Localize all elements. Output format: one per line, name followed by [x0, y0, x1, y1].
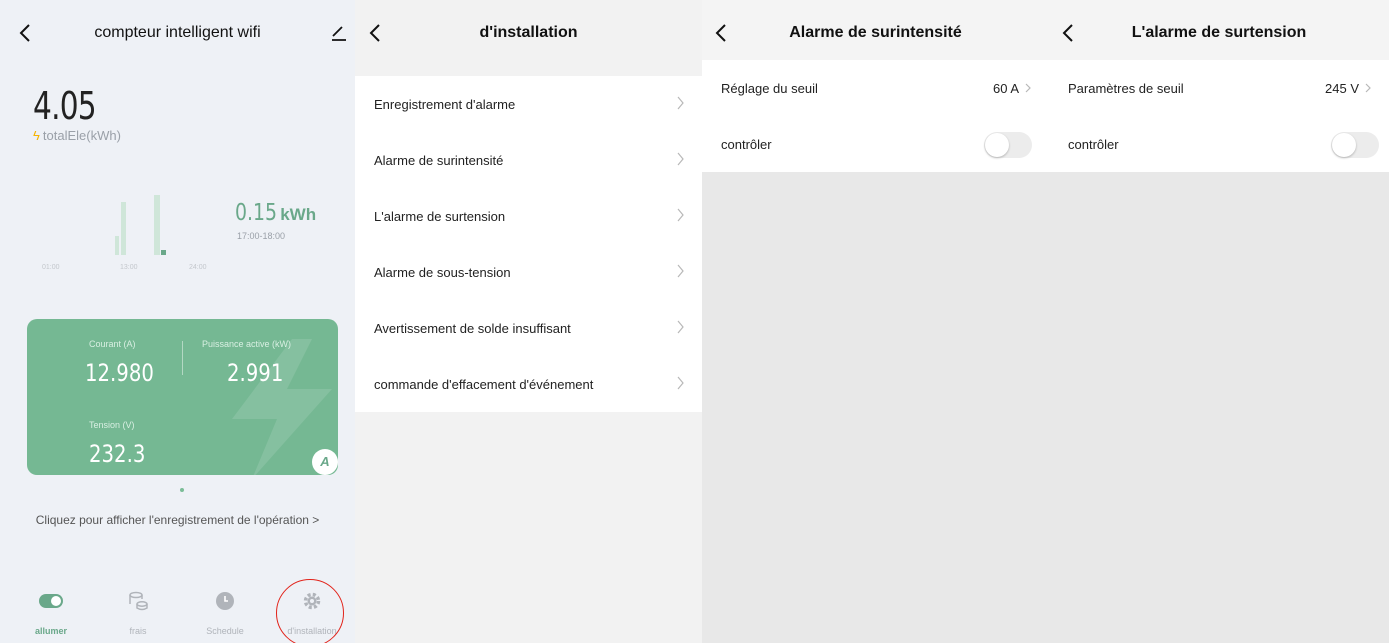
header: compteur intelligent wifi: [0, 0, 355, 66]
list-item-alarm-record[interactable]: Enregistrement d'alarme: [355, 76, 702, 132]
coins-icon: [129, 591, 148, 611]
page-title: Alarme de surintensité: [789, 24, 962, 41]
current-label: Courant (A): [89, 339, 136, 349]
hourly-usage-chart: 01:00 13:00 24:00: [42, 195, 207, 271]
threshold-value: 245 V: [1325, 81, 1359, 96]
page-title: L'alarme de surtension: [1131, 24, 1307, 41]
control-row: contrôler: [1049, 116, 1389, 172]
header: L'alarme de surtension: [1049, 0, 1389, 60]
chart-tick-label: 01:00: [42, 264, 60, 271]
meter-home-screen: compteur intelligent wifi 4.05 ϟ totalEle…: [0, 0, 355, 643]
overcurrent-alarm-screen: Alarme de surintensité Réglage du seuil …: [702, 0, 1049, 643]
control-row: contrôler: [702, 116, 1049, 172]
list-item-undervoltage-alarm[interactable]: Alarme de sous-tension: [355, 244, 702, 300]
total-energy-value: 4.05: [33, 84, 97, 128]
chart-bar: [121, 202, 126, 255]
toggle-icon: [39, 594, 63, 608]
measurement-card[interactable]: Courant (A) 12.980 Puissance active (kW)…: [27, 319, 338, 475]
power-label: Puissance active (kW): [202, 339, 292, 349]
list-item-overcurrent-alarm[interactable]: Alarme de surintensité: [355, 132, 702, 188]
voltage-label: Tension (V): [89, 420, 135, 430]
chart-tick-label: 24:00: [189, 264, 207, 271]
current-value: 12.980: [85, 359, 154, 387]
tab-schedule[interactable]: Schedule: [190, 590, 260, 636]
power-value: 2.991: [227, 359, 284, 387]
divider: [182, 341, 183, 375]
chart-bar: [161, 250, 166, 255]
settings-list: Paramètres de seuil 245 V contrôler: [1049, 60, 1389, 172]
operation-record-link[interactable]: Cliquez pour afficher l'enregistrement d…: [0, 513, 355, 527]
control-toggle[interactable]: [984, 132, 1032, 158]
chevron-right-icon: [677, 208, 684, 222]
chevron-right-icon: [677, 376, 684, 390]
overvoltage-alarm-screen: L'alarme de surtension Paramètres de seu…: [1049, 0, 1389, 643]
tab-allumer[interactable]: allumer: [16, 590, 86, 636]
chart-bar: [154, 195, 160, 255]
settings-list: Réglage du seuil 60 A contrôler: [702, 60, 1049, 172]
tab-frais[interactable]: frais: [103, 590, 173, 636]
list-item-overvoltage-alarm[interactable]: L'alarme de surtension: [355, 188, 702, 244]
chevron-right-icon: [1365, 83, 1371, 93]
auto-badge[interactable]: A: [312, 449, 338, 475]
total-energy-label: ϟ totalEle(kWh): [33, 128, 121, 143]
page-title: compteur intelligent wifi: [94, 24, 261, 41]
edit-icon[interactable]: [330, 24, 348, 42]
settings-list: Enregistrement d'alarme Alarme de surint…: [355, 76, 702, 412]
page-indicator: [180, 488, 184, 492]
tab-bar: allumer frais Schedule d'installation: [0, 590, 355, 643]
voltage-value: 232.3: [89, 440, 146, 468]
chart-tick-label: 13:00: [120, 264, 138, 271]
header: d'installation: [355, 0, 702, 66]
chevron-right-icon: [677, 152, 684, 166]
chevron-right-icon: [1025, 83, 1031, 93]
tab-installation[interactable]: d'installation: [277, 590, 347, 636]
hour-energy-value: 0.15 kWh: [235, 200, 317, 226]
gear-icon: [303, 592, 321, 610]
header: Alarme de surintensité: [702, 0, 1049, 60]
chevron-right-icon: [677, 320, 684, 334]
list-item-low-balance-warning[interactable]: Avertissement de solde insuffisant: [355, 300, 702, 356]
control-toggle[interactable]: [1331, 132, 1379, 158]
bolt-icon: ϟ: [33, 128, 40, 143]
threshold-row[interactable]: Paramètres de seuil 245 V: [1049, 60, 1389, 116]
chevron-right-icon: [677, 96, 684, 110]
chart-bar: [115, 236, 119, 255]
hour-range: 17:00-18:00: [237, 231, 286, 241]
threshold-row[interactable]: Réglage du seuil 60 A: [702, 60, 1049, 116]
clock-icon: [216, 592, 234, 610]
page-title: d'installation: [479, 24, 578, 41]
list-item-clear-events[interactable]: commande d'effacement d'événement: [355, 356, 702, 412]
chevron-right-icon: [677, 264, 684, 278]
threshold-value: 60 A: [992, 81, 1019, 96]
installation-settings-screen: d'installation Enregistrement d'alarme A…: [355, 0, 702, 643]
